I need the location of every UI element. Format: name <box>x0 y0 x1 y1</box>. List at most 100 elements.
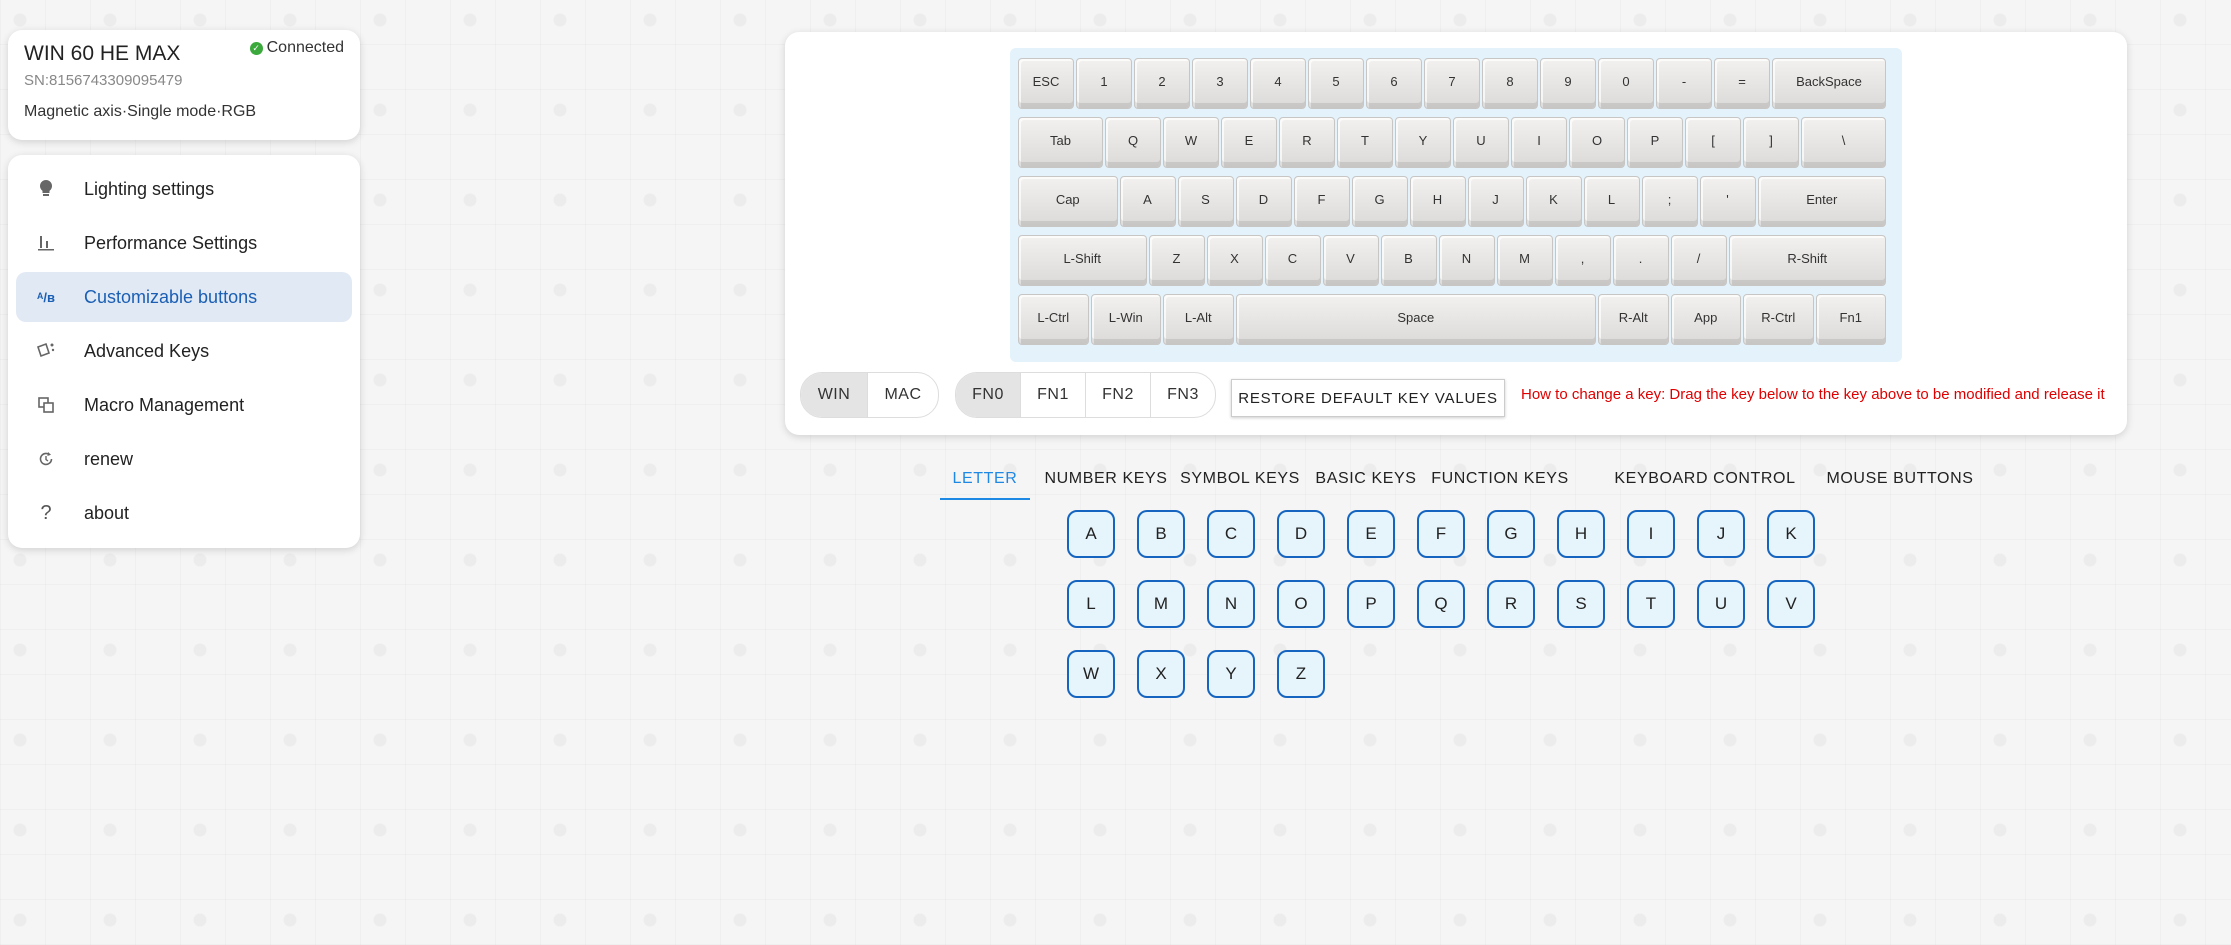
letter-key[interactable]: J <box>1697 510 1745 558</box>
keyboard-key[interactable]: T <box>1337 117 1393 168</box>
layer-fn1-button[interactable]: FN1 <box>1020 373 1085 417</box>
keyboard-key[interactable]: ; <box>1641 176 1698 227</box>
keyboard-key[interactable]: ' <box>1699 176 1756 227</box>
sidebar-item-performance[interactable]: Performance Settings <box>16 218 352 268</box>
keyboard-key[interactable]: A <box>1119 176 1176 227</box>
tab-letter[interactable]: LETTER <box>940 458 1030 500</box>
keyboard-key[interactable]: P <box>1627 117 1683 168</box>
sidebar-item-renew[interactable]: renew <box>16 434 352 484</box>
letter-key[interactable]: F <box>1417 510 1465 558</box>
keyboard-key[interactable]: L-Ctrl <box>1018 294 1089 345</box>
keyboard-key[interactable]: R-Ctrl <box>1743 294 1814 345</box>
keyboard-key[interactable]: . <box>1612 235 1669 286</box>
letter-key[interactable]: T <box>1627 580 1675 628</box>
keyboard-key[interactable]: R-Shift <box>1728 235 1886 286</box>
tab-keyboard-control[interactable]: KEYBOARD CONTROL <box>1614 458 1795 500</box>
letter-key[interactable]: S <box>1557 580 1605 628</box>
letter-key[interactable]: Q <box>1417 580 1465 628</box>
letter-key[interactable]: C <box>1207 510 1255 558</box>
keyboard-key[interactable]: ESC <box>1018 58 1074 109</box>
letter-key[interactable]: B <box>1137 510 1185 558</box>
tab-symbol-keys[interactable]: SYMBOL KEYS <box>1180 458 1299 500</box>
keyboard-key[interactable]: / <box>1670 235 1727 286</box>
keyboard-key[interactable]: B <box>1380 235 1437 286</box>
letter-key[interactable]: A <box>1067 510 1115 558</box>
tab-number-keys[interactable]: NUMBER KEYS <box>1044 458 1166 500</box>
letter-key[interactable]: I <box>1627 510 1675 558</box>
keyboard-key[interactable]: L-Win <box>1090 294 1161 345</box>
os-mac-button[interactable]: MAC <box>867 373 938 417</box>
sidebar-item-macro-management[interactable]: Macro Management <box>16 380 352 430</box>
keyboard-key[interactable]: O <box>1569 117 1625 168</box>
letter-key[interactable]: G <box>1487 510 1535 558</box>
keyboard-key[interactable]: E <box>1221 117 1277 168</box>
keyboard-key[interactable]: X <box>1206 235 1263 286</box>
keyboard-key[interactable]: F <box>1293 176 1350 227</box>
sidebar-item-advanced-keys[interactable]: Advanced Keys <box>16 326 352 376</box>
keyboard-key[interactable]: Y <box>1395 117 1451 168</box>
letter-key[interactable]: Y <box>1207 650 1255 698</box>
keyboard-key[interactable]: , <box>1554 235 1611 286</box>
keyboard-key[interactable]: D <box>1235 176 1292 227</box>
keyboard-key[interactable]: S <box>1177 176 1234 227</box>
keyboard-key[interactable]: L <box>1583 176 1640 227</box>
restore-default-button[interactable]: RESTORE DEFAULT KEY VALUES <box>1231 379 1505 417</box>
keyboard-key[interactable]: Cap <box>1018 176 1118 227</box>
letter-key[interactable]: O <box>1277 580 1325 628</box>
keyboard-key[interactable]: M <box>1496 235 1553 286</box>
keyboard-key[interactable]: Fn1 <box>1815 294 1886 345</box>
keyboard-key[interactable]: 7 <box>1424 58 1480 109</box>
keyboard-key[interactable]: L-Alt <box>1163 294 1234 345</box>
keyboard-key[interactable]: 0 <box>1598 58 1654 109</box>
letter-key[interactable]: N <box>1207 580 1255 628</box>
keyboard-key[interactable]: Tab <box>1018 117 1103 168</box>
keyboard-key[interactable]: 1 <box>1076 58 1132 109</box>
sidebar-item-lighting[interactable]: Lighting settings <box>16 164 352 214</box>
keyboard-key[interactable]: L-Shift <box>1018 235 1147 286</box>
keyboard-key[interactable]: App <box>1670 294 1741 345</box>
keyboard-key[interactable]: [ <box>1685 117 1741 168</box>
letter-key[interactable]: X <box>1137 650 1185 698</box>
letter-key[interactable]: E <box>1347 510 1395 558</box>
keyboard-key[interactable]: Q <box>1105 117 1161 168</box>
keyboard-key[interactable]: V <box>1322 235 1379 286</box>
keyboard-key[interactable]: 8 <box>1482 58 1538 109</box>
keyboard-key[interactable]: R-Alt <box>1598 294 1669 345</box>
letter-key[interactable]: K <box>1767 510 1815 558</box>
letter-key[interactable]: Z <box>1277 650 1325 698</box>
keyboard-key[interactable]: Space <box>1235 294 1596 345</box>
letter-key[interactable]: D <box>1277 510 1325 558</box>
os-win-button[interactable]: WIN <box>801 373 867 417</box>
keyboard-key[interactable]: N <box>1438 235 1495 286</box>
keyboard-key[interactable]: 2 <box>1134 58 1190 109</box>
keyboard-key[interactable]: C <box>1264 235 1321 286</box>
keyboard-key[interactable]: I <box>1511 117 1567 168</box>
letter-key[interactable]: V <box>1767 580 1815 628</box>
layer-fn0-button[interactable]: FN0 <box>956 373 1020 417</box>
keyboard-key[interactable]: W <box>1163 117 1219 168</box>
keyboard-key[interactable]: 9 <box>1540 58 1596 109</box>
keyboard-key[interactable]: 3 <box>1192 58 1248 109</box>
keyboard-key[interactable]: Enter <box>1757 176 1886 227</box>
keyboard-key[interactable]: BackSpace <box>1772 58 1886 109</box>
letter-key[interactable]: H <box>1557 510 1605 558</box>
keyboard-key[interactable]: K <box>1525 176 1582 227</box>
letter-key[interactable]: L <box>1067 580 1115 628</box>
keyboard-key[interactable]: U <box>1453 117 1509 168</box>
letter-key[interactable]: W <box>1067 650 1115 698</box>
keyboard-key[interactable]: J <box>1467 176 1524 227</box>
layer-fn3-button[interactable]: FN3 <box>1150 373 1215 417</box>
keyboard-key[interactable]: ] <box>1743 117 1799 168</box>
letter-key[interactable]: P <box>1347 580 1395 628</box>
tab-function-keys[interactable]: FUNCTION KEYS <box>1431 458 1568 500</box>
keyboard-key[interactable]: - <box>1656 58 1712 109</box>
keyboard-key[interactable]: R <box>1279 117 1335 168</box>
keyboard-key[interactable]: H <box>1409 176 1466 227</box>
keyboard-key[interactable]: = <box>1714 58 1770 109</box>
letter-key[interactable]: U <box>1697 580 1745 628</box>
sidebar-item-customizable-buttons[interactable]: ᴬ/ʙ Customizable buttons <box>16 272 352 322</box>
keyboard-key[interactable]: \ <box>1801 117 1886 168</box>
keyboard-key[interactable]: G <box>1351 176 1408 227</box>
keyboard-key[interactable]: 4 <box>1250 58 1306 109</box>
keyboard-key[interactable]: 5 <box>1308 58 1364 109</box>
